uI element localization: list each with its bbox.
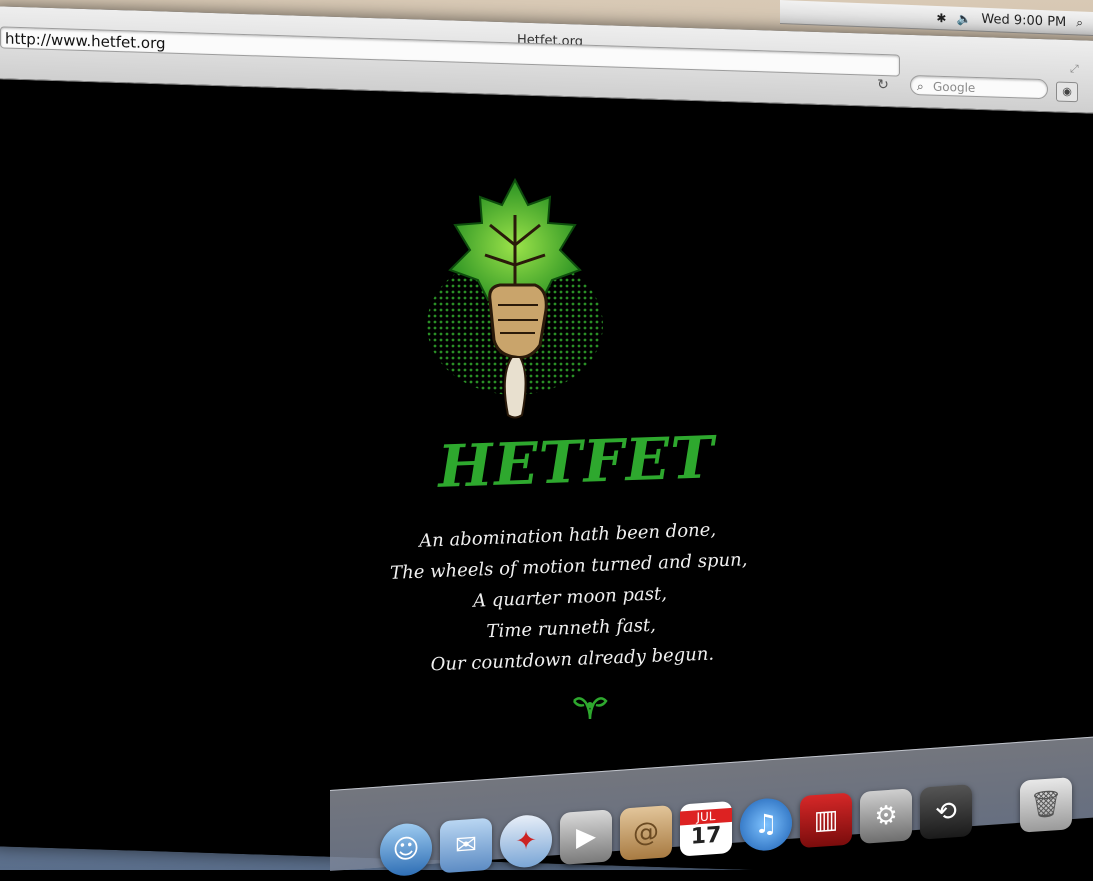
hetfet-logo bbox=[427, 177, 603, 419]
poem: An abomination hath been done, The wheel… bbox=[377, 513, 763, 682]
contacts-icon[interactable]: @ bbox=[620, 805, 672, 861]
hetfet-wordmark: HETFET bbox=[436, 423, 716, 501]
search-placeholder: Google bbox=[933, 79, 976, 95]
search-input[interactable]: ⌕ Google bbox=[910, 74, 1048, 100]
trash-icon[interactable]: 🗑 bbox=[1020, 777, 1072, 833]
ornament-icon[interactable] bbox=[570, 693, 610, 723]
search-icon: ⌕ bbox=[917, 79, 924, 94]
time-machine-icon[interactable]: ⟲ bbox=[920, 784, 972, 840]
photo-booth-icon[interactable]: ▥ bbox=[800, 792, 852, 849]
system-preferences-icon[interactable]: ⚙ bbox=[860, 788, 912, 844]
facetime-icon[interactable]: ▶ bbox=[560, 809, 612, 865]
calendar-icon[interactable]: JUL 17 bbox=[680, 800, 732, 857]
spotlight-icon[interactable]: ⌕ bbox=[1076, 15, 1083, 30]
reader-icon[interactable]: ◉ bbox=[1056, 81, 1078, 103]
menubar-clock[interactable]: Wed 9:00 PM bbox=[981, 12, 1066, 30]
mail-icon[interactable]: ✉ bbox=[440, 817, 492, 874]
reload-icon[interactable]: ↻ bbox=[875, 77, 891, 94]
volume-icon[interactable]: 🔈 bbox=[956, 11, 971, 26]
bluetooth-icon[interactable]: ✱ bbox=[936, 11, 946, 25]
calendar-day: 17 bbox=[690, 822, 722, 850]
fullscreen-icon[interactable]: ⤢ bbox=[1070, 62, 1079, 76]
